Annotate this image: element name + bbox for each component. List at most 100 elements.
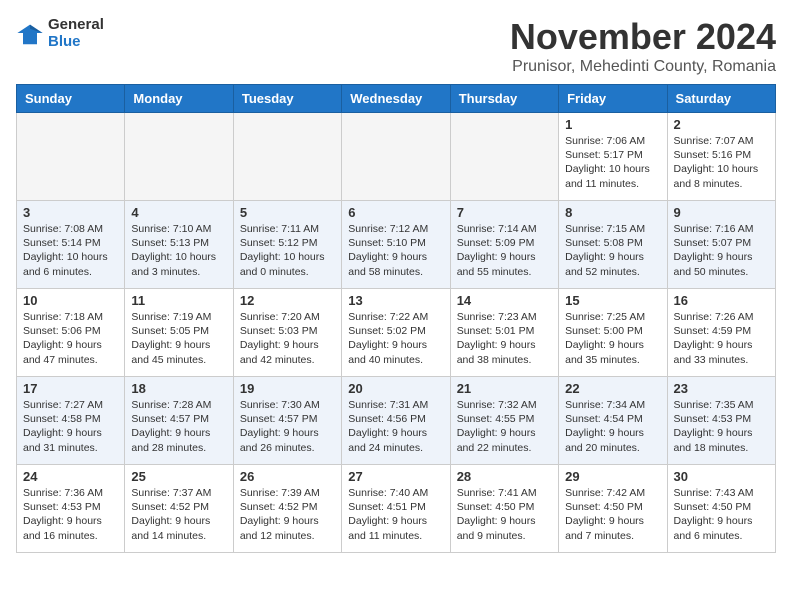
calendar-cell: 23 Sunrise: 7:35 AM Sunset: 4:53 PM Dayli… [667,377,775,465]
day-info: Sunrise: 7:14 AM Sunset: 5:09 PM Dayligh… [457,222,552,279]
logo: General Blue [16,16,104,50]
day-info: Sunrise: 7:37 AM Sunset: 4:52 PM Dayligh… [131,486,226,543]
weekday-header-saturday: Saturday [667,85,775,113]
day-number: 18 [131,381,226,396]
day-number: 23 [674,381,769,396]
week-row-3: 10 Sunrise: 7:18 AM Sunset: 5:06 PM Dayli… [17,289,776,377]
day-info: Sunrise: 7:25 AM Sunset: 5:00 PM Dayligh… [565,310,660,367]
day-number: 19 [240,381,335,396]
calendar-cell: 3 Sunrise: 7:08 AM Sunset: 5:14 PM Daylig… [17,201,125,289]
day-number: 11 [131,293,226,308]
day-number: 5 [240,205,335,220]
weekday-header-thursday: Thursday [450,85,558,113]
calendar-cell: 22 Sunrise: 7:34 AM Sunset: 4:54 PM Dayli… [559,377,667,465]
week-row-5: 24 Sunrise: 7:36 AM Sunset: 4:53 PM Dayli… [17,465,776,553]
day-info: Sunrise: 7:36 AM Sunset: 4:53 PM Dayligh… [23,486,118,543]
calendar-cell: 13 Sunrise: 7:22 AM Sunset: 5:02 PM Dayli… [342,289,450,377]
day-number: 15 [565,293,660,308]
logo-general: General [48,16,104,33]
day-number: 17 [23,381,118,396]
month-title: November 2024 [510,16,776,58]
day-info: Sunrise: 7:35 AM Sunset: 4:53 PM Dayligh… [674,398,769,455]
day-number: 3 [23,205,118,220]
calendar-cell: 2Sunrise: 7:07 AM Sunset: 5:16 PM Daylig… [667,113,775,201]
calendar-cell: 8 Sunrise: 7:15 AM Sunset: 5:08 PM Daylig… [559,201,667,289]
day-number: 9 [674,205,769,220]
calendar-cell: 27 Sunrise: 7:40 AM Sunset: 4:51 PM Dayli… [342,465,450,553]
week-row-1: 1 Sunrise: 7:06 AM Sunset: 5:17 PM Daylig… [17,113,776,201]
day-number: 30 [674,469,769,484]
week-row-2: 3 Sunrise: 7:08 AM Sunset: 5:14 PM Daylig… [17,201,776,289]
calendar-cell: 4 Sunrise: 7:10 AM Sunset: 5:13 PM Daylig… [125,201,233,289]
day-info: Sunrise: 7:23 AM Sunset: 5:01 PM Dayligh… [457,310,552,367]
day-info: Sunrise: 7:15 AM Sunset: 5:08 PM Dayligh… [565,222,660,279]
calendar-cell: 6 Sunrise: 7:12 AM Sunset: 5:10 PM Daylig… [342,201,450,289]
day-number: 14 [457,293,552,308]
weekday-header-tuesday: Tuesday [233,85,341,113]
calendar-cell: 18 Sunrise: 7:28 AM Sunset: 4:57 PM Dayli… [125,377,233,465]
day-number: 21 [457,381,552,396]
day-number: 27 [348,469,443,484]
calendar-cell: 30Sunrise: 7:43 AM Sunset: 4:50 PM Dayli… [667,465,775,553]
day-number: 24 [23,469,118,484]
calendar-cell: 1 Sunrise: 7:06 AM Sunset: 5:17 PM Daylig… [559,113,667,201]
calendar-cell: 19Sunrise: 7:30 AM Sunset: 4:57 PM Dayli… [233,377,341,465]
day-number: 20 [348,381,443,396]
weekday-header-sunday: Sunday [17,85,125,113]
calendar-cell: 28Sunrise: 7:41 AM Sunset: 4:50 PM Dayli… [450,465,558,553]
day-number: 26 [240,469,335,484]
calendar-cell: 9 Sunrise: 7:16 AM Sunset: 5:07 PM Daylig… [667,201,775,289]
day-info: Sunrise: 7:27 AM Sunset: 4:58 PM Dayligh… [23,398,118,455]
calendar-cell: 24 Sunrise: 7:36 AM Sunset: 4:53 PM Dayli… [17,465,125,553]
day-number: 4 [131,205,226,220]
day-info: Sunrise: 7:22 AM Sunset: 5:02 PM Dayligh… [348,310,443,367]
day-number: 13 [348,293,443,308]
weekday-header-friday: Friday [559,85,667,113]
calendar-cell: 5 Sunrise: 7:11 AM Sunset: 5:12 PM Daylig… [233,201,341,289]
logo-text: General Blue [48,16,104,50]
logo-icon [16,19,44,47]
day-info: Sunrise: 7:16 AM Sunset: 5:07 PM Dayligh… [674,222,769,279]
calendar-cell [450,113,558,201]
day-number: 22 [565,381,660,396]
day-number: 25 [131,469,226,484]
calendar-cell: 7Sunrise: 7:14 AM Sunset: 5:09 PM Daylig… [450,201,558,289]
calendar-cell: 15 Sunrise: 7:25 AM Sunset: 5:00 PM Dayli… [559,289,667,377]
day-number: 8 [565,205,660,220]
day-number: 10 [23,293,118,308]
calendar-cell [125,113,233,201]
day-info: Sunrise: 7:42 AM Sunset: 4:50 PM Dayligh… [565,486,660,543]
day-info: Sunrise: 7:40 AM Sunset: 4:51 PM Dayligh… [348,486,443,543]
calendar-cell [233,113,341,201]
day-info: Sunrise: 7:11 AM Sunset: 5:12 PM Dayligh… [240,222,335,279]
day-info: Sunrise: 7:18 AM Sunset: 5:06 PM Dayligh… [23,310,118,367]
day-info: Sunrise: 7:12 AM Sunset: 5:10 PM Dayligh… [348,222,443,279]
day-info: Sunrise: 7:28 AM Sunset: 4:57 PM Dayligh… [131,398,226,455]
calendar-cell: 10 Sunrise: 7:18 AM Sunset: 5:06 PM Dayli… [17,289,125,377]
calendar-cell [17,113,125,201]
calendar-cell: 20Sunrise: 7:31 AM Sunset: 4:56 PM Dayli… [342,377,450,465]
calendar-cell: 21 Sunrise: 7:32 AM Sunset: 4:55 PM Dayli… [450,377,558,465]
calendar-cell: 16Sunrise: 7:26 AM Sunset: 4:59 PM Dayli… [667,289,775,377]
day-info: Sunrise: 7:20 AM Sunset: 5:03 PM Dayligh… [240,310,335,367]
day-info: Sunrise: 7:10 AM Sunset: 5:13 PM Dayligh… [131,222,226,279]
day-number: 6 [348,205,443,220]
day-number: 16 [674,293,769,308]
location-title: Prunisor, Mehedinti County, Romania [510,58,776,76]
calendar-cell: 12Sunrise: 7:20 AM Sunset: 5:03 PM Dayli… [233,289,341,377]
day-number: 2 [674,117,769,132]
calendar-cell: 26Sunrise: 7:39 AM Sunset: 4:52 PM Dayli… [233,465,341,553]
day-info: Sunrise: 7:08 AM Sunset: 5:14 PM Dayligh… [23,222,118,279]
day-info: Sunrise: 7:19 AM Sunset: 5:05 PM Dayligh… [131,310,226,367]
day-info: Sunrise: 7:06 AM Sunset: 5:17 PM Dayligh… [565,134,660,191]
day-info: Sunrise: 7:32 AM Sunset: 4:55 PM Dayligh… [457,398,552,455]
week-row-4: 17 Sunrise: 7:27 AM Sunset: 4:58 PM Dayli… [17,377,776,465]
weekday-header-wednesday: Wednesday [342,85,450,113]
day-info: Sunrise: 7:34 AM Sunset: 4:54 PM Dayligh… [565,398,660,455]
calendar-cell: 25 Sunrise: 7:37 AM Sunset: 4:52 PM Dayli… [125,465,233,553]
day-number: 1 [565,117,660,132]
calendar-cell: 14 Sunrise: 7:23 AM Sunset: 5:01 PM Dayli… [450,289,558,377]
calendar-cell [342,113,450,201]
title-block: November 2024 Prunisor, Mehedinti County… [510,16,776,76]
logo-blue: Blue [48,33,104,50]
